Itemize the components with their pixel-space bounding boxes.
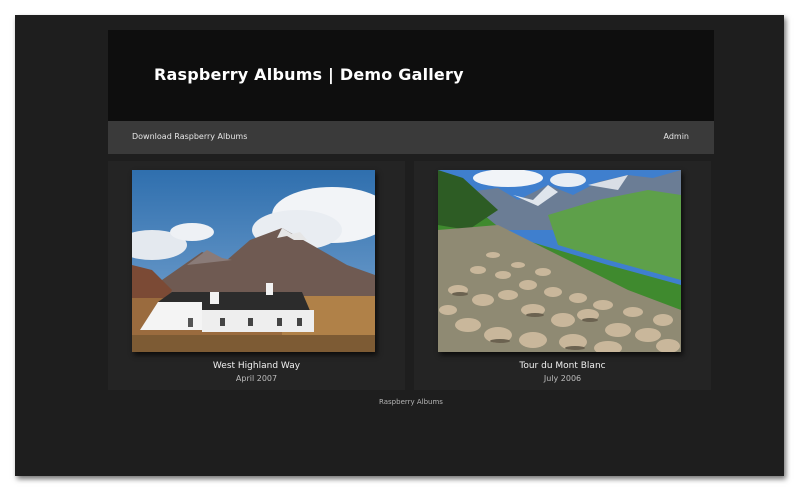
admin-link[interactable]: Admin xyxy=(664,132,690,141)
album-date: July 2006 xyxy=(543,374,582,383)
site-title[interactable]: Raspberry Albums | Demo Gallery xyxy=(154,65,464,84)
download-link[interactable]: Download Raspberry Albums xyxy=(132,132,247,141)
nav-bar: Download Raspberry Albums Admin xyxy=(108,121,714,154)
album-title[interactable]: Tour du Mont Blanc xyxy=(414,361,711,371)
album-thumbnail[interactable] xyxy=(132,170,375,352)
sheep-valley-photo xyxy=(438,170,681,352)
album-thumbnail[interactable] xyxy=(438,170,681,352)
album-card[interactable]: West Highland Way April 2007 xyxy=(108,161,405,390)
album-date: April 2007 xyxy=(235,374,278,383)
site-header: Raspberry Albums | Demo Gallery xyxy=(108,30,714,121)
cottage-mountain-photo xyxy=(132,170,375,352)
album-card[interactable]: Tour du Mont Blanc July 2006 xyxy=(414,161,711,390)
footer-text: Raspberry Albums xyxy=(379,398,443,406)
album-title[interactable]: West Highland Way xyxy=(108,361,405,371)
